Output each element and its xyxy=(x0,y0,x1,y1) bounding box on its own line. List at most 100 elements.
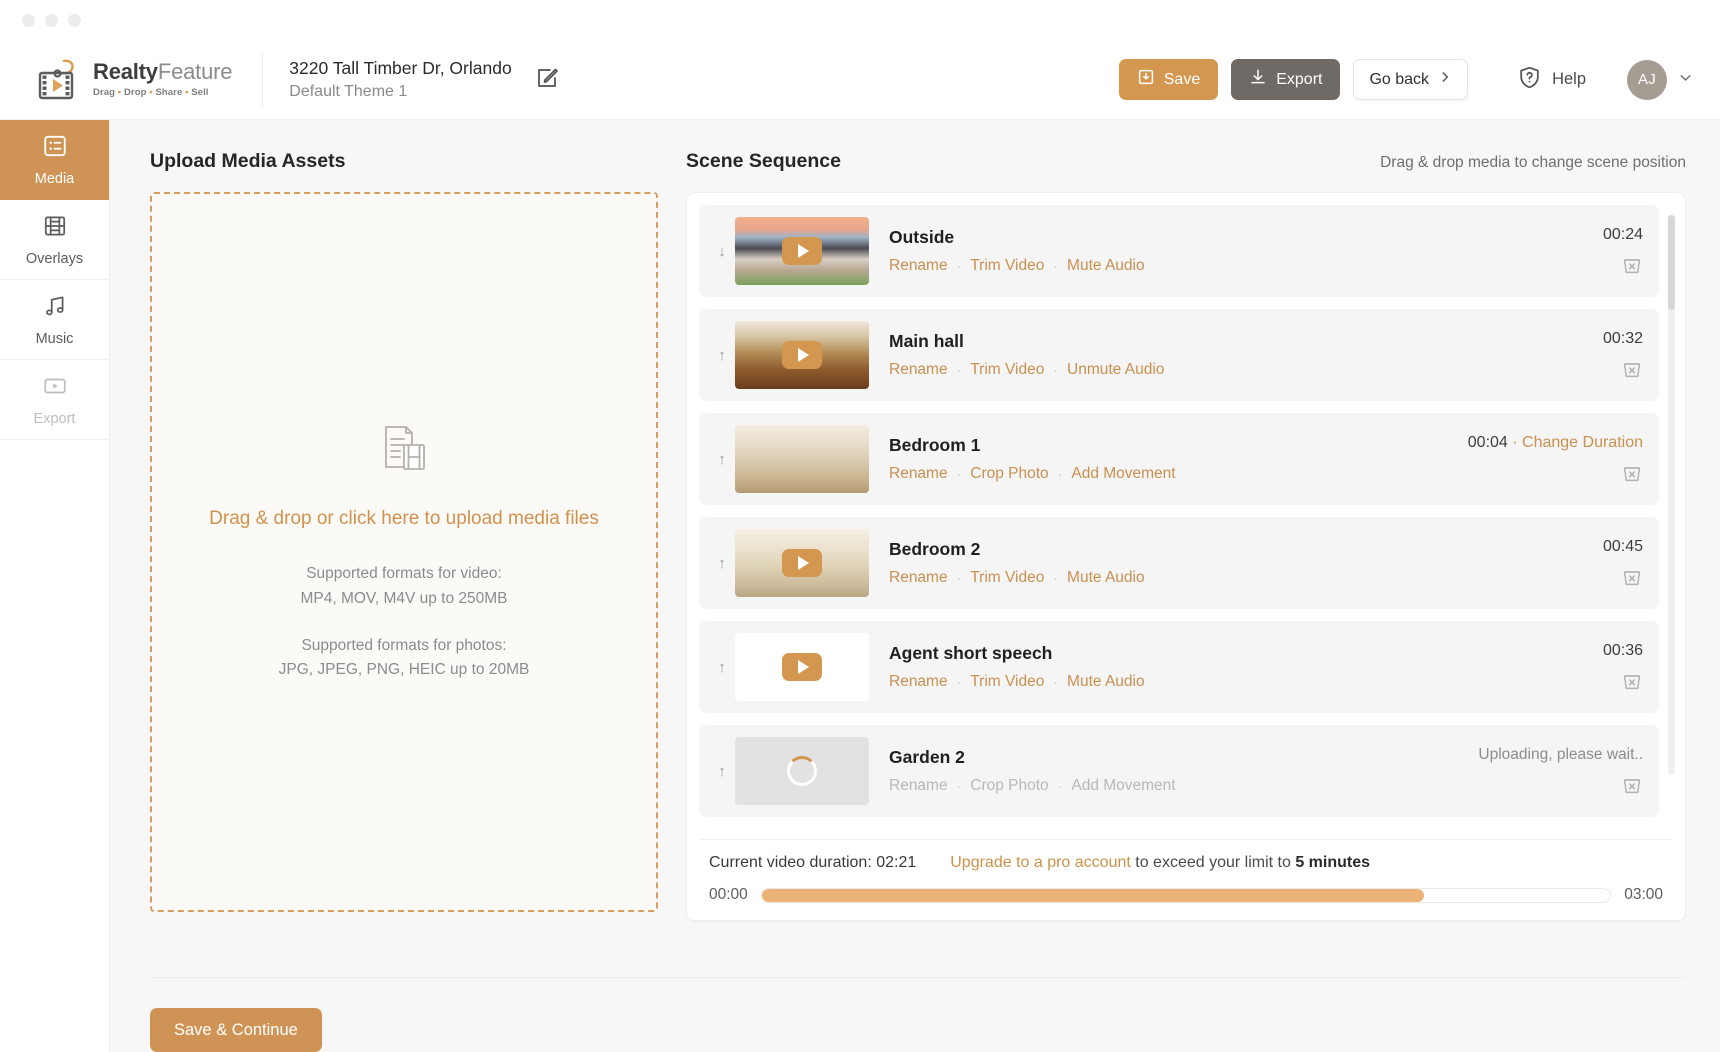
duration-track[interactable] xyxy=(760,887,1612,903)
scene-action-rename[interactable]: Rename xyxy=(889,361,948,379)
scene-thumbnail[interactable] xyxy=(735,425,869,493)
content-columns: Upload Media Assets Drag & drop or click… xyxy=(150,150,1686,921)
upload-cta-text: Drag & drop or click here to upload medi… xyxy=(209,507,599,529)
pencil-square-icon xyxy=(535,66,559,93)
help-button[interactable]: Help xyxy=(1517,65,1586,95)
duration-bar: Current video duration: 02:21 Upgrade to… xyxy=(699,839,1673,920)
scene-thumbnail[interactable] xyxy=(735,633,869,701)
scene-actions: Rename · Crop Photo · Add Movement xyxy=(889,465,1458,483)
video-formats-label: Supported formats for video: xyxy=(306,564,502,582)
trash-x-icon[interactable] xyxy=(1621,358,1643,380)
play-icon[interactable] xyxy=(782,341,822,369)
save-and-continue-button[interactable]: Save & Continue xyxy=(150,1008,322,1052)
sidebar-item-music[interactable]: Music xyxy=(0,280,109,360)
scene-duration: 00:32 xyxy=(1603,330,1643,348)
scene-duration: 00:04 · Change Duration xyxy=(1468,434,1643,452)
scene-action-unmute-audio[interactable]: Unmute Audio xyxy=(1067,361,1164,379)
scene-row[interactable]: ↑ Main hall Rename · Trim Video · Unmute Audio… xyxy=(699,309,1659,401)
upload-title: Upload Media Assets xyxy=(150,150,346,172)
scene-action-trim-video[interactable]: Trim Video xyxy=(970,569,1044,587)
scene-meta: 00:24 xyxy=(1563,226,1643,276)
trash-x-icon[interactable] xyxy=(1621,566,1643,588)
project-title: 3220 Tall Timber Dr, Orlando xyxy=(289,58,512,78)
save-button[interactable]: Save xyxy=(1118,59,1219,100)
arrow-up-icon[interactable]: ↑ xyxy=(709,451,735,468)
scene-action-mute-audio[interactable]: Mute Audio xyxy=(1067,257,1145,275)
sidebar-item-media-label: Media xyxy=(34,170,75,187)
scene-action-mute-audio[interactable]: Mute Audio xyxy=(1067,569,1145,587)
upgrade-note: Upgrade to a pro account to exceed your … xyxy=(950,854,1370,872)
arrow-up-icon[interactable]: ↑ xyxy=(709,347,735,364)
scene-action-trim-video[interactable]: Trim Video xyxy=(970,361,1044,379)
project-info: 3220 Tall Timber Dr, Orlando Default The… xyxy=(289,58,559,101)
scene-duration-value: 00:04 xyxy=(1467,434,1508,451)
action-separator-dot: · xyxy=(1053,362,1059,378)
scene-name: Outside xyxy=(889,227,955,247)
go-back-button[interactable]: Go back xyxy=(1353,59,1469,100)
scene-duration-value: 00:45 xyxy=(1602,538,1643,555)
brand-tagline-4: Sell xyxy=(191,87,209,99)
scene-row[interactable]: ↑ Agent short speech Rename · Trim Video · Mut… xyxy=(699,621,1659,713)
scene-action-rename[interactable]: Rename xyxy=(889,257,948,275)
change-duration-link[interactable]: Change Duration xyxy=(1522,434,1643,451)
upload-dropzone[interactable]: Drag & drop or click here to upload medi… xyxy=(150,192,658,912)
duration-track-row: 00:00 03:00 xyxy=(709,886,1663,904)
scene-thumbnail[interactable] xyxy=(735,737,869,805)
scene-info: Agent short speech Rename · Trim Video · Mute… xyxy=(889,643,1563,691)
scene-thumbnail[interactable] xyxy=(735,321,869,389)
scene-scrollbar-thumb[interactable] xyxy=(1668,215,1675,310)
edit-project-button[interactable] xyxy=(534,67,560,93)
arrow-up-icon[interactable]: ↑ xyxy=(709,763,735,780)
window-maximize-dot[interactable] xyxy=(68,13,81,27)
arrow-down-icon[interactable]: ↓ xyxy=(709,243,735,260)
scene-duration: 00:45 xyxy=(1603,538,1643,556)
scene-name: Agent short speech xyxy=(889,643,1053,663)
upgrade-link[interactable]: Upgrade to a pro account xyxy=(950,854,1131,871)
scene-action-rename[interactable]: Rename xyxy=(889,465,948,483)
scene-thumbnail[interactable] xyxy=(735,529,869,597)
scene-action-rename[interactable]: Rename xyxy=(889,673,948,691)
download-icon xyxy=(1249,68,1267,91)
scene-name: Garden 2 xyxy=(889,747,965,767)
app-body: Media Overlays Music Export Upload Media… xyxy=(0,120,1720,1052)
arrow-up-icon[interactable]: ↑ xyxy=(709,555,735,572)
upgrade-note-limit: 5 minutes xyxy=(1295,854,1371,871)
sidebar-item-overlays[interactable]: Overlays xyxy=(0,200,109,280)
scene-scrollbar[interactable] xyxy=(1668,215,1675,775)
scene-action-crop-photo: Crop Photo xyxy=(970,777,1049,794)
scene-row[interactable]: ↓ Outside Rename · Trim Video · Mute Audio 00:2… xyxy=(699,205,1659,297)
play-icon[interactable] xyxy=(782,653,822,681)
scene-thumbnail[interactable] xyxy=(735,217,869,285)
action-separator-dot: · xyxy=(956,674,962,690)
scene-row[interactable]: ↑ Garden 2 Rename · Crop Photo · Add Movement U… xyxy=(699,725,1659,817)
trash-x-icon[interactable] xyxy=(1621,774,1643,796)
window-minimize-dot[interactable] xyxy=(45,13,58,27)
play-icon[interactable] xyxy=(782,237,822,265)
scene-action-add-movement[interactable]: Add Movement xyxy=(1071,465,1175,483)
export-button[interactable]: Export xyxy=(1231,59,1341,100)
scene-action-trim-video[interactable]: Trim Video xyxy=(970,257,1044,275)
sidebar-item-export[interactable]: Export xyxy=(0,360,109,440)
scene-duration: 00:24 xyxy=(1603,226,1643,244)
scene-action-crop-photo[interactable]: Crop Photo xyxy=(970,465,1048,483)
brand-tagline-1: Drag xyxy=(93,87,116,99)
play-icon[interactable] xyxy=(782,549,822,577)
arrow-up-icon[interactable]: ↑ xyxy=(709,659,735,676)
account-menu[interactable]: AJ xyxy=(1627,59,1694,100)
scene-action-rename[interactable]: Rename xyxy=(889,569,948,587)
app-window: RealtyFeature Drag • Drop • Share • Sell… xyxy=(0,0,1720,1052)
scene-row[interactable]: ↑ Bedroom 2 Rename · Trim Video · Mute Audio 00… xyxy=(699,517,1659,609)
scene-row[interactable]: ↑ Bedroom 1 Rename · Crop Photo · Add Movement… xyxy=(699,413,1659,505)
scene-panel: ↓ Outside Rename · Trim Video · Mute Audio 00:2… xyxy=(686,192,1686,921)
project-theme: Default Theme 1 xyxy=(289,83,408,100)
trash-x-icon[interactable] xyxy=(1621,254,1643,276)
trash-x-icon[interactable] xyxy=(1621,670,1643,692)
action-separator-dot: · xyxy=(956,570,962,586)
sidebar: Media Overlays Music Export xyxy=(0,120,110,1052)
sidebar-item-media[interactable]: Media xyxy=(0,120,109,200)
window-close-dot[interactable] xyxy=(22,13,35,27)
scene-action-mute-audio[interactable]: Mute Audio xyxy=(1067,673,1145,691)
brand-text: RealtyFeature Drag • Drop • Share • Sell xyxy=(93,61,232,98)
trash-x-icon[interactable] xyxy=(1621,462,1643,484)
scene-action-trim-video[interactable]: Trim Video xyxy=(970,673,1044,691)
